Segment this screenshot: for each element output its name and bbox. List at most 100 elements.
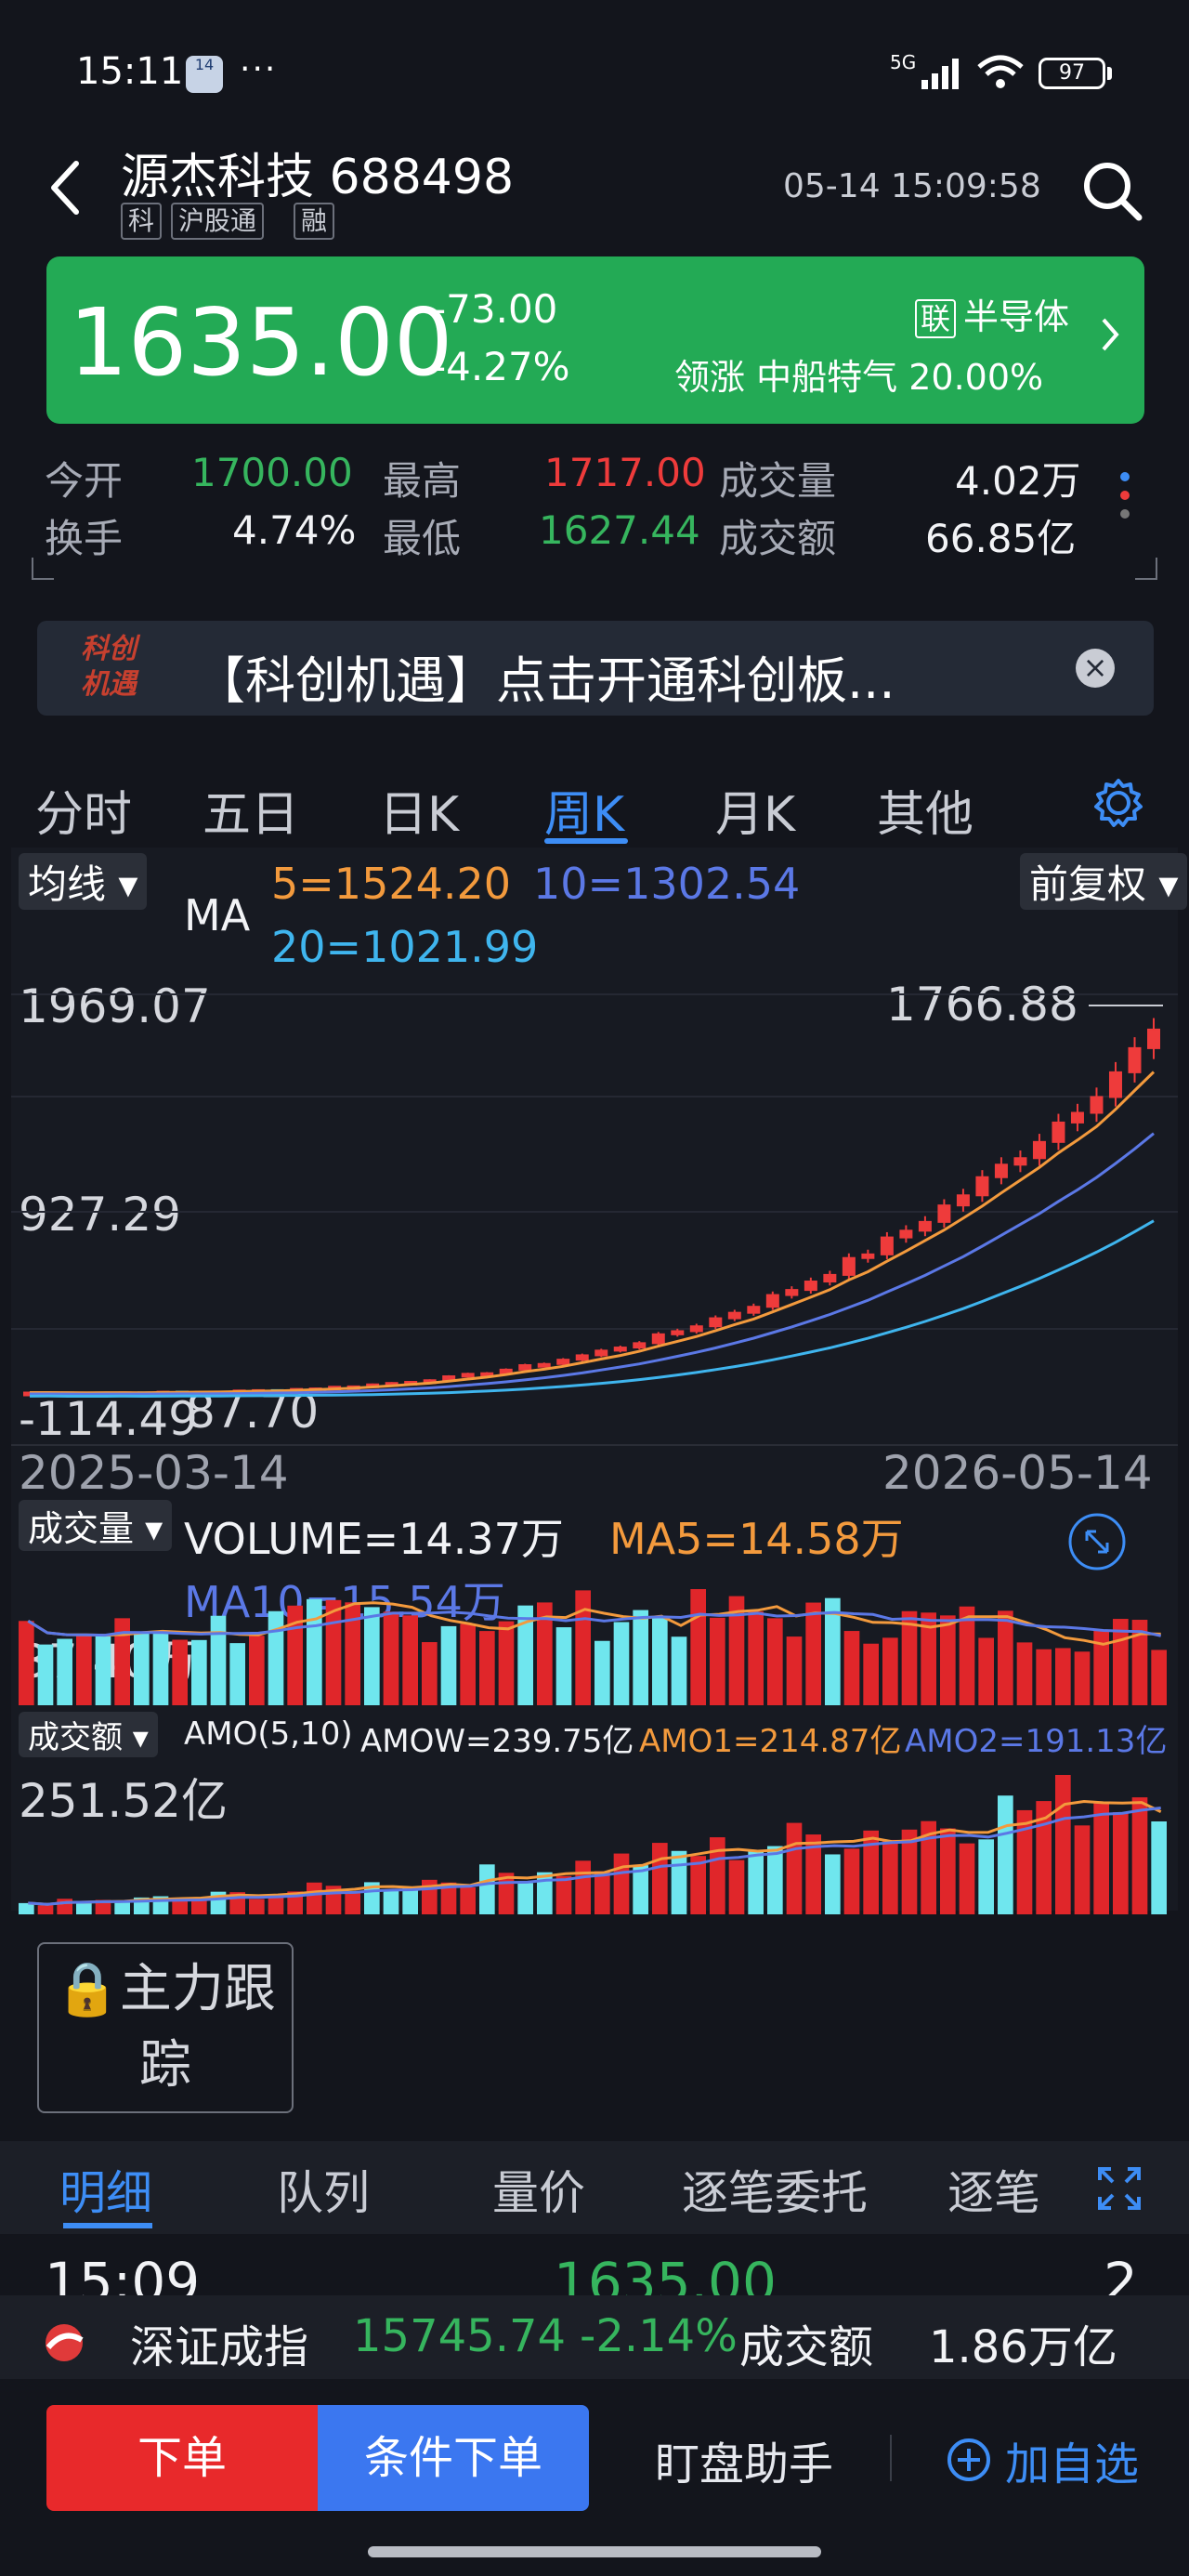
amount-bar [37, 1905, 54, 1914]
active-tab-indicator [63, 2223, 152, 2228]
amow-value: AMOW=239.75亿 [360, 1723, 634, 1760]
tab-monthly-k[interactable]: 月K [715, 775, 795, 845]
candle-body [461, 1373, 475, 1378]
volume-bar [152, 1633, 169, 1705]
more-stats-icon[interactable] [1120, 472, 1131, 528]
tab-detail[interactable]: 明细 [59, 2156, 152, 2223]
tab-tick-by-tick[interactable]: 逐笔 [947, 2156, 1040, 2223]
amount-select[interactable]: 成交额 ▾ [19, 1712, 158, 1757]
amount-bar [767, 1846, 783, 1914]
volume-chart[interactable] [11, 1580, 1178, 1710]
tab-other[interactable]: 其他 [877, 775, 973, 845]
stat-label-amount: 成交额 [719, 516, 837, 561]
volume-bar [1074, 1651, 1091, 1705]
amount-bar [249, 1899, 265, 1914]
candle-body [937, 1204, 951, 1223]
conditional-order-button[interactable]: 条件下单 [318, 2405, 589, 2511]
index-name: 深证成指 [130, 2321, 309, 2373]
calendar-badge-icon: 14 [186, 56, 223, 93]
stats-corner [1135, 558, 1157, 580]
fullscreen-icon[interactable] [1096, 2165, 1143, 2212]
watch-assistant-button[interactable]: 盯盘助手 [655, 2427, 833, 2492]
volume-bar [325, 1599, 342, 1705]
volume-bar [268, 1610, 284, 1705]
close-icon[interactable]: × [1076, 649, 1115, 688]
sector-link[interactable]: 联半导体 [915, 288, 1069, 339]
candle-body [575, 1354, 589, 1361]
place-order-button[interactable]: 下单 [46, 2405, 318, 2511]
amount-chart[interactable] [11, 1766, 1178, 1914]
plus-circle-icon[interactable] [946, 2437, 992, 2483]
amount-bar [613, 1853, 630, 1914]
tab-order-by-order[interactable]: 逐笔委托 [682, 2156, 868, 2223]
amount-bar [1074, 1825, 1091, 1914]
amount-bar [555, 1875, 572, 1914]
search-icon[interactable] [1079, 158, 1144, 223]
candlestick-chart[interactable] [11, 976, 1178, 1440]
back-arrow-icon[interactable] [45, 158, 85, 217]
volume-bar [575, 1590, 591, 1705]
candle-body [975, 1176, 989, 1197]
volume-bar [1016, 1642, 1033, 1705]
tag-star-market: 科 [121, 203, 163, 240]
candle-body [709, 1317, 723, 1328]
tab-daily-k[interactable]: 日K [379, 775, 459, 845]
candle-body [1070, 1111, 1084, 1124]
amount-bar [114, 1900, 130, 1914]
amount-bar [940, 1828, 956, 1914]
date-end: 2026-05-14 [882, 1446, 1153, 1500]
amo-label: AMO(5,10) [184, 1715, 353, 1753]
stat-value-turnover: 4.74% [232, 507, 357, 553]
sector-leader: 领涨 中船特气 20.00% [674, 357, 1044, 398]
divider [890, 2435, 892, 2481]
gear-icon[interactable] [1092, 777, 1144, 829]
candle-body [785, 1289, 799, 1296]
tab-volume-price[interactable]: 量价 [492, 2156, 585, 2223]
indicator-select[interactable]: 均线 ▾ [19, 853, 148, 910]
candle-body [823, 1273, 837, 1283]
volume-select[interactable]: 成交量 ▾ [19, 1500, 173, 1551]
volume-bar [460, 1623, 476, 1705]
add-watchlist-button[interactable]: 加自选 [1005, 2427, 1139, 2492]
volume-bar [249, 1636, 265, 1705]
amount-bar [537, 1872, 553, 1914]
expand-chart-icon[interactable] [1066, 1511, 1128, 1572]
candle-body [556, 1359, 570, 1365]
tab-five-day[interactable]: 五日 [203, 775, 299, 845]
amount-bar [345, 1892, 360, 1914]
chevron-right-icon[interactable] [1100, 316, 1120, 353]
amount-bar [479, 1864, 495, 1914]
promo-text[interactable]: 【科创机遇】点击开通科创板... [195, 639, 895, 713]
amount-bar [843, 1848, 860, 1914]
candle-body [633, 1342, 647, 1349]
volume-bar [76, 1635, 92, 1705]
volume-bar [843, 1631, 860, 1705]
volume-bar [172, 1639, 188, 1705]
main-force-tracker-button[interactable]: 🔒主力跟踪 [37, 1942, 294, 2113]
stat-label-open: 今开 [45, 458, 124, 504]
amount-bar [1131, 1797, 1148, 1914]
amount-bar [1055, 1775, 1071, 1914]
amount-bar [1151, 1821, 1167, 1914]
amount-bar [402, 1887, 418, 1914]
stat-label-low: 最低 [383, 516, 462, 561]
ma10-value: 10=1302.54 [533, 859, 801, 909]
amount-bar [998, 1795, 1013, 1914]
promo-logo: 科创 机遇 [81, 633, 137, 701]
candle-body [1032, 1140, 1046, 1160]
candle-body [1052, 1121, 1065, 1143]
sector-icon: 联 [915, 299, 957, 338]
volume-bar [134, 1633, 150, 1705]
tab-intraday[interactable]: 分时 [35, 775, 132, 845]
amount-bar [748, 1851, 764, 1914]
tab-queue[interactable]: 队列 [277, 2156, 370, 2223]
candle-body [956, 1194, 970, 1207]
candle-body [727, 1311, 741, 1320]
tab-weekly-k[interactable]: 周K [544, 775, 624, 845]
amount-bar [1093, 1802, 1109, 1914]
ma10-line [30, 1132, 1155, 1396]
volume-bar [940, 1615, 956, 1705]
candle-body [1013, 1157, 1027, 1166]
adjust-select[interactable]: 前复权 ▾ [1020, 853, 1188, 910]
amo1-value: AMO1=214.87亿 [639, 1723, 902, 1760]
